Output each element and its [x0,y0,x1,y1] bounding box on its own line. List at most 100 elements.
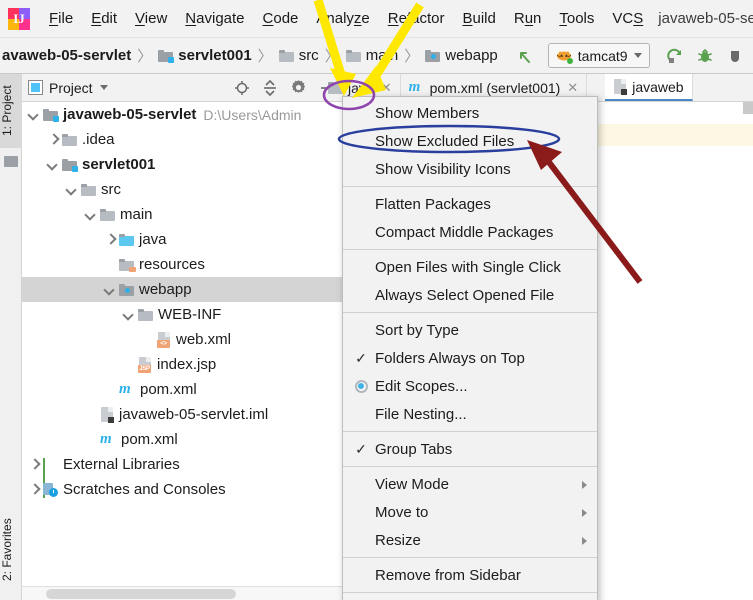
tree-node[interactable]: <> web.xml [22,327,343,352]
editor-tab-javaweb[interactable]: javaweb [605,74,693,101]
chevron-down-icon[interactable] [47,158,60,171]
source-folder-icon [119,233,134,246]
menu-item-remove-from-sidebar[interactable]: Remove from Sidebar [343,561,597,589]
gear-icon[interactable] [285,75,311,101]
project-view-icon [28,80,43,95]
tree-node-label: javaweb-05-servlet.iml [119,406,269,423]
chevron-down-icon[interactable] [104,283,117,296]
chevron-down-icon[interactable] [66,183,79,196]
menu-item-code[interactable]: Code [254,0,308,38]
sidebar-item-project[interactable]: 1: Project [0,74,22,148]
horizontal-scrollbar[interactable] [22,586,343,600]
menu-separator [343,431,597,432]
menu-item-analyze[interactable]: Analyze [307,0,378,38]
menu-item-navigate[interactable]: Navigate [176,0,253,38]
menu-item-edit[interactable]: Edit [82,0,126,38]
breadcrumb-item-avaweb-05-servlet[interactable]: avaweb-05-servlet [2,47,131,64]
tree-node[interactable]: .idea [22,127,343,152]
tree-node[interactable]: main [22,202,343,227]
tree-node[interactable]: m pom.xml [22,377,343,402]
scratches-icon [43,482,58,497]
breadcrumb-item-main[interactable]: main [345,47,399,64]
menu-item-view[interactable]: View [126,0,176,38]
maven-file-icon: m [408,79,421,95]
chevron-right-icon[interactable] [582,533,597,548]
sidebar-item-favorites[interactable]: 2: Favorites [0,504,22,596]
menu-item-tools[interactable]: Tools [550,0,603,38]
locate-target-icon[interactable] [229,75,255,101]
menu-item-compact-middle-packages[interactable]: Compact Middle Packages [343,218,597,246]
tree-node[interactable]: WEB-INF [22,302,343,327]
menu-item-run[interactable]: Run [505,0,551,38]
chevron-down-icon[interactable] [99,85,108,90]
chevron-right-icon[interactable] [47,133,60,146]
stop-icon[interactable] [722,43,748,69]
tree-node-label: src [101,181,121,198]
tree-node[interactable]: webapp [22,277,343,302]
back-arrow-icon[interactable] [512,43,538,69]
collapse-all-icon[interactable] [257,75,283,101]
close-icon[interactable]: ✕ [567,80,578,96]
tree-node[interactable]: m pom.xml [22,427,343,452]
menu-item-help[interactable]: ?Help [343,596,597,600]
chevron-right-icon[interactable] [582,477,597,492]
breadcrumb-label: servlet001 [178,47,252,64]
scrollbar-thumb[interactable] [46,589,236,599]
menu-item-show-visibility-icons[interactable]: Show Visibility Icons [343,155,597,183]
tree-node-label: pom.xml [121,431,178,448]
run-icon[interactable] [662,43,688,69]
tree-node[interactable]: java [22,227,343,252]
menu-item-flatten-packages[interactable]: Flatten Packages [343,190,597,218]
editor-tab-label: javaweb [632,78,684,95]
menu-item-show-members[interactable]: Show Members [343,99,597,127]
close-icon[interactable]: ✕ [381,80,392,96]
menu-item-group-tabs[interactable]: ✓ Group Tabs [343,435,597,463]
menu-item-file[interactable]: File [40,0,82,38]
chevron-right-icon[interactable] [104,233,117,246]
tree-node[interactable]: resources [22,252,343,277]
menu-item-label: Show Members [375,104,480,122]
chevron-down-icon[interactable] [28,108,41,121]
chevron-down-icon[interactable] [123,308,136,321]
tree-node[interactable]: servlet001 [22,152,343,177]
tree-node[interactable]: JSP index.jsp [22,352,343,377]
debug-icon[interactable] [692,43,718,69]
chevron-down-icon[interactable] [633,53,642,58]
tree-node[interactable]: src [22,177,343,202]
menu-item-folders-always-on-top[interactable]: ✓ Folders Always on Top [343,344,597,372]
resources-folder-icon [119,258,136,272]
menu-item-move-to[interactable]: Move to [343,498,597,526]
tree-node[interactable]: External Libraries [22,452,343,498]
menu-item-always-select-opened-file[interactable]: Always Select Opened File [343,281,597,309]
maven-file-icon: m [100,431,112,447]
menu-item-sort-by-type[interactable]: Sort by Type [343,316,597,344]
menu-item-marker: ✓ [347,441,375,458]
menu-item-refactor[interactable]: Refactor [379,0,454,38]
project-view-options-context-menu[interactable]: Show Members Show Excluded Files Show Visi… [342,96,598,600]
menu-item-label: Compact Middle Packages [375,223,554,241]
menu-item-build[interactable]: Build [453,0,504,38]
menu-item-file-nesting[interactable]: File Nesting... [343,400,597,428]
tree-node[interactable]: Scratches and Consoles [22,477,343,502]
breadcrumb-item-src[interactable]: src [278,47,319,64]
mod-folder-icon [158,49,175,63]
menu-item-show-excluded-files[interactable]: Show Excluded Files [343,127,597,155]
breadcrumb-item-servlet001[interactable]: servlet001 [158,47,252,64]
breadcrumb-label: main [365,47,399,64]
plain-folder-icon [345,49,361,62]
menu-item-open-files-with-single-click[interactable]: Open Files with Single Click [343,253,597,281]
chevron-right-icon[interactable] [582,505,597,520]
menu-item-vcs[interactable]: VCS [603,0,652,38]
run-configuration-selector[interactable]: tamcat9 [547,43,650,68]
menu-item-edit-scopes[interactable]: Edit Scopes... [343,372,597,400]
breadcrumb-label: src [298,47,319,64]
chevron-right-icon[interactable] [28,458,41,471]
menu-item-view-mode[interactable]: View Mode [343,470,597,498]
editor-scrollbar[interactable] [743,102,753,114]
menu-item-resize[interactable]: Resize [343,526,597,554]
tree-node[interactable]: javaweb-05-servlet D:\Users\Admin [22,102,343,127]
chevron-down-icon[interactable] [85,208,98,221]
breadcrumb-item-webapp[interactable]: webapp [425,47,498,64]
tree-node[interactable]: javaweb-05-servlet.iml [22,402,343,427]
chevron-right-icon[interactable] [28,483,41,496]
